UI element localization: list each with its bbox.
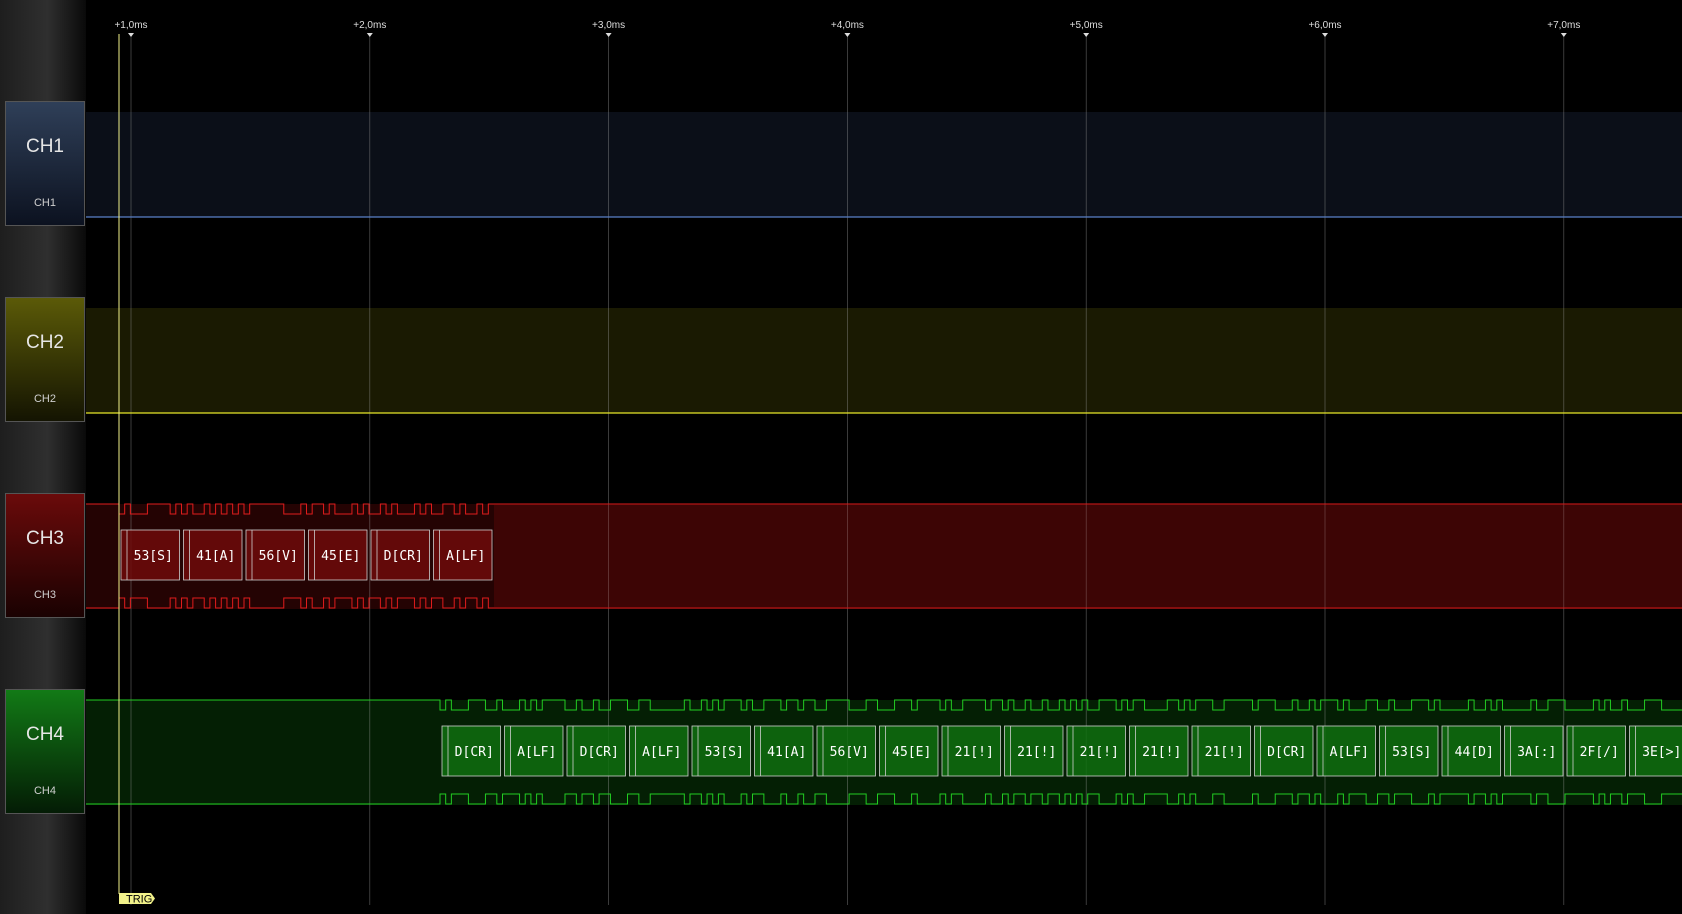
decode-value: 41[A] bbox=[767, 745, 806, 760]
decode-value: 3A[:] bbox=[1517, 745, 1556, 760]
decode-box-ch4: 3E[>] bbox=[1629, 725, 1682, 777]
decode-value: D[CR] bbox=[1267, 745, 1306, 760]
decode-box-ch4: A[LF] bbox=[504, 725, 564, 777]
decode-box-ch4: D[CR] bbox=[566, 725, 626, 777]
decode-value: 45[E] bbox=[321, 549, 360, 564]
decode-value: A[LF] bbox=[1330, 745, 1369, 760]
decode-value: 2F[/] bbox=[1580, 745, 1619, 760]
decode-value: 21[!] bbox=[1080, 745, 1119, 760]
decode-box-ch4: 41[A] bbox=[754, 725, 814, 777]
tick-label: +1,0ms bbox=[114, 20, 147, 31]
tick-marker bbox=[366, 33, 373, 37]
decode-box-ch4: 56[V] bbox=[816, 725, 876, 777]
tick-label: +3,0ms bbox=[592, 20, 625, 31]
tick-label: +4,0ms bbox=[831, 20, 864, 31]
decode-value: 53[S] bbox=[1392, 745, 1431, 760]
decode-value: 44[D] bbox=[1455, 745, 1494, 760]
lane-bg-ch1 bbox=[86, 112, 1682, 217]
tick-label: +6,0ms bbox=[1308, 20, 1341, 31]
decode-value: 21[!] bbox=[1017, 745, 1056, 760]
decode-value: 56[V] bbox=[830, 745, 869, 760]
decode-box-ch4: A[LF] bbox=[1316, 725, 1376, 777]
waveform-plot[interactable]: +1,0ms +2,0ms +3,0ms +4,0ms +5,0ms +6,0ms +7,0… bbox=[0, 0, 1682, 914]
tick-marker bbox=[605, 33, 612, 37]
decode-box-ch3: 53[S] bbox=[120, 529, 180, 581]
decode-box-ch4: D[CR] bbox=[441, 725, 501, 777]
decode-box-ch4: 45[E] bbox=[879, 725, 939, 777]
decode-box-ch4: 44[D] bbox=[1441, 725, 1501, 777]
decode-value: 45[E] bbox=[892, 745, 931, 760]
decode-value: D[CR] bbox=[384, 549, 423, 564]
decode-box-ch3: 41[A] bbox=[183, 529, 243, 581]
decode-box-ch4: A[LF] bbox=[629, 725, 689, 777]
lane-bg-ch2 bbox=[86, 308, 1682, 413]
decode-box-ch3: 56[V] bbox=[245, 529, 305, 581]
oscilloscope-screen: CH1 CH1 CH2 CH2 CH3 CH3 CH4 CH4 +1,0ms +2… bbox=[0, 0, 1682, 914]
idle-fill-ch3 bbox=[494, 504, 1682, 608]
tick-marker bbox=[1322, 33, 1328, 37]
tick-label: +5,0ms bbox=[1070, 20, 1103, 31]
decode-value: A[LF] bbox=[517, 745, 556, 760]
decode-value: 21[!] bbox=[1142, 745, 1181, 760]
decode-value: 41[A] bbox=[196, 549, 235, 564]
decode-box-ch4: 21[!] bbox=[1004, 725, 1064, 777]
decode-box-ch4: 21[!] bbox=[1066, 725, 1126, 777]
decode-value: D[CR] bbox=[580, 745, 619, 760]
decode-value: 53[S] bbox=[705, 745, 744, 760]
tick-label: +2,0ms bbox=[353, 20, 386, 31]
decode-box-ch4: 3A[:] bbox=[1504, 725, 1564, 777]
decode-value: 21[!] bbox=[955, 745, 994, 760]
decode-value: A[LF] bbox=[642, 745, 681, 760]
decode-value: D[CR] bbox=[455, 745, 494, 760]
decode-box-ch4: 21[!] bbox=[1129, 725, 1189, 777]
decode-value: A[LF] bbox=[446, 549, 485, 564]
channel-lanes bbox=[86, 112, 1682, 805]
decode-value: 3E[>] bbox=[1642, 745, 1681, 760]
tick-label: +7,0ms bbox=[1547, 20, 1580, 31]
tick-marker bbox=[1560, 33, 1567, 37]
decode-box-ch4: 2F[/] bbox=[1566, 725, 1626, 777]
decode-value: 53[S] bbox=[134, 549, 173, 564]
decode-box-ch4: D[CR] bbox=[1254, 725, 1314, 777]
tick-marker bbox=[844, 33, 851, 37]
decode-value: 56[V] bbox=[259, 549, 298, 564]
tick-marker bbox=[128, 33, 134, 37]
decode-box-ch3: 45[E] bbox=[308, 529, 368, 581]
decode-box-ch4: 21[!] bbox=[941, 725, 1001, 777]
decode-box-ch4: 53[S] bbox=[1379, 725, 1439, 777]
tick-marker bbox=[1083, 33, 1090, 37]
decode-box-ch4: 53[S] bbox=[691, 725, 751, 777]
decode-box-ch3: A[LF] bbox=[433, 529, 493, 581]
decode-value: 21[!] bbox=[1205, 745, 1244, 760]
time-axis-ticks: +1,0ms +2,0ms +3,0ms +4,0ms +5,0ms +6,0ms +7,0… bbox=[114, 20, 1580, 37]
trigger-label: TRIG bbox=[126, 894, 152, 906]
decode-box-ch4: 21[!] bbox=[1191, 725, 1251, 777]
decode-box-ch3: D[CR] bbox=[370, 529, 430, 581]
